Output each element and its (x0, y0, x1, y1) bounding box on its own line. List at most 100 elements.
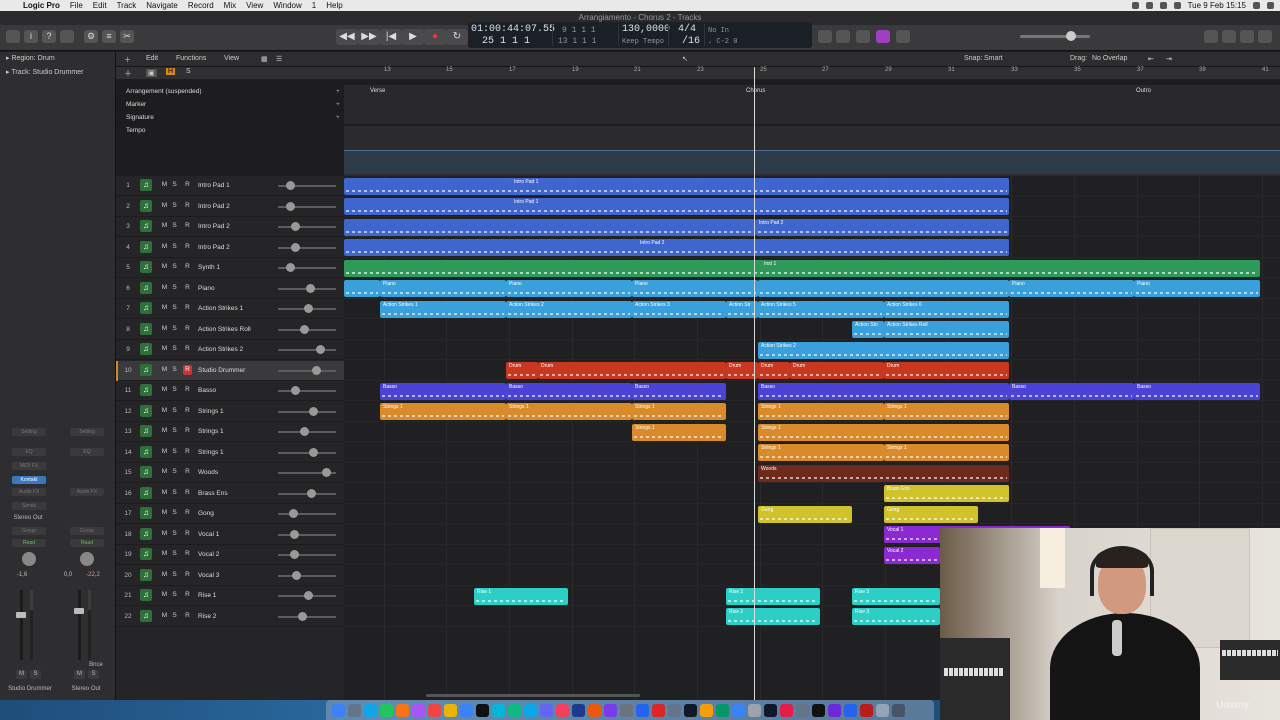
solo-icon[interactable]: S (186, 68, 191, 75)
region[interactable] (758, 280, 1009, 297)
region[interactable]: Strings 1 (758, 423, 1009, 441)
track-header[interactable]: 18 ♫ M S R Vocal 1 (116, 525, 344, 545)
track-header[interactable]: 4 ♫ M S R Intro Pad 2 (116, 238, 344, 258)
track-header[interactable]: 17 ♫ M S R Gong (116, 504, 344, 524)
track-name[interactable]: Intro Pad 2 (198, 203, 230, 210)
record-button[interactable]: ● (424, 29, 446, 45)
dock-app-icon[interactable] (492, 703, 505, 717)
ruler-bar-25[interactable]: 25 (760, 67, 767, 73)
region[interactable]: Piano (506, 280, 632, 297)
dock-app-icon[interactable] (636, 703, 649, 717)
dock-app-icon[interactable] (652, 703, 665, 717)
dock-app-icon[interactable] (588, 703, 601, 717)
record-enable-button[interactable]: R (183, 221, 192, 231)
solo-button[interactable]: S (170, 365, 179, 375)
region[interactable]: Piano (632, 280, 758, 297)
record-enable-button[interactable]: R (183, 242, 192, 252)
rewind-button[interactable]: ◀◀ (336, 29, 358, 45)
dock-app-icon[interactable] (476, 703, 489, 717)
region[interactable]: Intro Pad 2 (756, 218, 1009, 236)
region[interactable]: Rise 3 (852, 608, 940, 625)
record-enable-button[interactable]: R (183, 570, 192, 580)
add-arrangement-icon[interactable]: + (336, 85, 340, 98)
track-header[interactable]: 16 ♫ M S R Brass Ens (116, 484, 344, 504)
mute-button[interactable]: M (160, 467, 169, 477)
track-volume-knob[interactable] (312, 365, 321, 375)
mute-button[interactable]: M (160, 180, 169, 190)
track-header[interactable]: 13 ♫ M S R Strings 1 (116, 422, 344, 442)
track-volume-slider[interactable] (278, 349, 336, 351)
dock-app-icon[interactable] (508, 703, 521, 717)
track-name[interactable]: Basso (198, 387, 216, 394)
snap-select[interactable]: Smart (984, 55, 1003, 62)
record-enable-button[interactable]: R (183, 467, 192, 477)
track-name[interactable]: Action Strikes 1 (198, 305, 243, 312)
track-header[interactable]: 7 ♫ M S R Action Strikes 1 (116, 299, 344, 319)
region[interactable]: Drum (506, 362, 538, 379)
track-header[interactable]: 9 ♫ M S R Action Strikes 2 (116, 340, 344, 360)
track-header[interactable]: 19 ♫ M S R Vocal 2 (116, 545, 344, 565)
track-volume-slider[interactable] (278, 226, 336, 228)
solo-button[interactable]: S (170, 570, 179, 580)
ruler-bar-35[interactable]: 35 (1074, 67, 1081, 73)
region[interactable]: Action Strikes 5 (758, 300, 884, 318)
ruler-bar-33[interactable]: 33 (1011, 67, 1018, 73)
master-volume-slider[interactable] (1020, 31, 1090, 41)
dock-app-icon[interactable] (796, 703, 809, 717)
editors-icon[interactable]: ✂ (120, 30, 134, 43)
track-volume-knob[interactable] (298, 611, 307, 621)
eq-button-2[interactable]: EQ (70, 448, 104, 456)
solo-button[interactable]: S (170, 303, 179, 313)
bluetooth-icon[interactable] (1173, 2, 1181, 9)
fit-icon[interactable]: ⇥ (1166, 55, 1172, 63)
region[interactable]: Basso (506, 382, 632, 400)
record-enable-button[interactable]: R (183, 262, 192, 272)
track-volume-knob[interactable] (289, 509, 298, 518)
pan-knob-2[interactable] (80, 552, 94, 566)
track-volume-knob[interactable] (309, 447, 318, 457)
volume-fader[interactable] (20, 590, 23, 660)
lcd-display[interactable]: 01:00:44:07.55 25 1 1 1 9 1 1 1 13 1 1 1… (468, 22, 812, 48)
solo-button[interactable]: S (170, 221, 179, 231)
menu-mix[interactable]: Mix (219, 1, 241, 10)
volume-fader-cap[interactable] (16, 612, 26, 618)
toolbar-toggle-icon[interactable] (60, 30, 74, 43)
arrangement-marker[interactable]: Verse (370, 85, 385, 98)
track-name[interactable]: Rise 1 (198, 592, 216, 599)
edit-menu[interactable]: Edit (146, 55, 158, 62)
track-header[interactable]: 12 ♫ M S R Strings 1 (116, 402, 344, 422)
ruler-bar-19[interactable]: 19 (572, 67, 579, 73)
track-lane[interactable] (344, 320, 1280, 340)
tuner-icon[interactable] (836, 30, 850, 43)
record-enable-button[interactable]: R (183, 406, 192, 416)
track-header[interactable]: 2 ♫ M S R Intro Pad 2 (116, 197, 344, 217)
solo-button[interactable]: S (170, 467, 179, 477)
strip-solo-button[interactable]: S (30, 670, 41, 679)
mute-button[interactable]: M (160, 283, 169, 293)
region[interactable]: Woods (758, 464, 1009, 482)
instrument-slot[interactable]: Kontakt (12, 476, 46, 484)
metronome-icon[interactable] (896, 30, 910, 43)
solo-button[interactable]: S (170, 262, 179, 272)
track-volume-slider[interactable] (278, 554, 336, 556)
record-enable-button[interactable]: R (183, 611, 192, 621)
midi-fx-button[interactable]: MIDI FX (12, 462, 46, 470)
mute-button[interactable]: M (160, 549, 169, 559)
record-enable-button[interactable]: R (183, 447, 192, 457)
mixer-icon[interactable]: ≡ (102, 30, 116, 43)
region[interactable]: Basso (632, 382, 726, 400)
region[interactable]: Basso (758, 382, 1009, 400)
menu-help[interactable]: Help (321, 1, 347, 10)
record-enable-button[interactable]: R (183, 488, 192, 498)
ruler-bar-37[interactable]: 37 (1137, 67, 1144, 73)
dock-app-icon[interactable] (460, 703, 473, 717)
drag-select[interactable]: No Overlap (1092, 55, 1127, 62)
region[interactable]: Drum (790, 362, 884, 379)
dock-app-icon[interactable] (700, 703, 713, 717)
view-menu[interactable]: View (224, 55, 239, 62)
record-enable-button[interactable]: R (183, 344, 192, 354)
track-name[interactable]: Gong (198, 510, 214, 517)
dock-app-icon[interactable] (332, 703, 345, 717)
track-header[interactable]: 8 ♫ M S R Action Strikes Roll (116, 320, 344, 340)
volume-fader-2[interactable] (78, 590, 81, 660)
